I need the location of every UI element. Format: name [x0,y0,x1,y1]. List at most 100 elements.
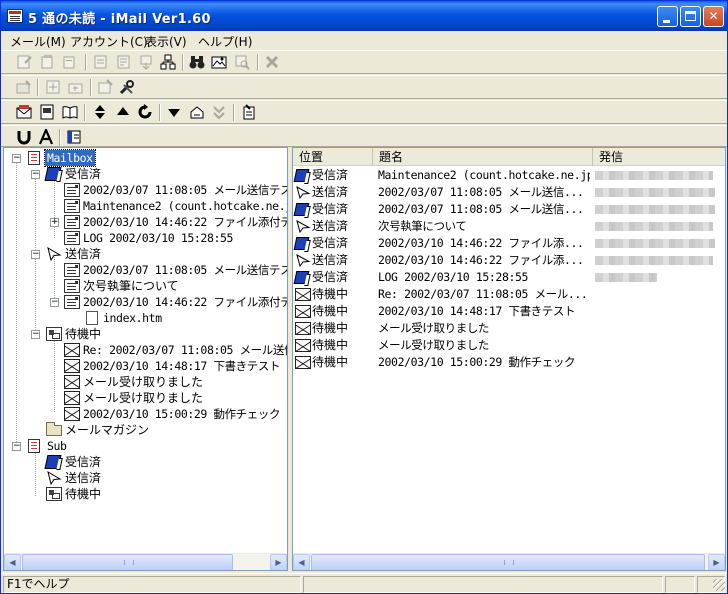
magnet-icon[interactable] [16,129,32,145]
menu-account[interactable]: アカウント(C) [70,33,148,50]
expand-folder-icon[interactable] [189,104,205,120]
new-folder-icon[interactable] [16,79,32,95]
tree-guide [16,160,17,446]
redacted-sender [595,188,715,197]
find-next-icon[interactable] [234,54,250,70]
maximize-button[interactable] [680,6,701,27]
resize-grip[interactable] [713,579,725,591]
address-book-icon[interactable] [39,104,55,120]
tree-collapse-toggle[interactable]: − [50,298,59,307]
tree-collapse-toggle[interactable]: − [31,330,40,339]
list-row[interactable]: 受信済 Maintenance2 (count.hotcake.ne.jp) [293,167,725,184]
tree-item-label: メール受け取りました [83,391,204,405]
tree-collapse-toggle[interactable]: − [31,250,40,259]
cell-subject: Maintenance2 (count.hotcake.ne.jp) [378,168,590,182]
move-up-icon[interactable] [115,104,131,120]
scroll-right-button[interactable]: ▶ [708,554,725,570]
open-book-icon[interactable] [62,104,78,120]
tree-expand-toggle[interactable]: + [50,218,59,227]
cell-subject: メール受け取りました [378,321,489,335]
scroll-thumb[interactable] [311,554,705,570]
network-icon[interactable] [160,54,176,70]
scroll-thumb[interactable] [22,554,233,570]
reply-icon[interactable] [39,54,55,70]
status-panel-2 [303,576,663,593]
toolbar-row-3 [1,100,727,124]
message-list[interactable]: 位置 題名 発信 受信済 Maintenance2 (count.hotcake.… [292,147,726,571]
tree-collapse-toggle[interactable]: − [31,170,40,179]
list-row[interactable]: 受信済 2002/03/10 14:46:22 ファイル添... [293,235,725,252]
tree-collapse-toggle[interactable]: − [12,154,21,163]
minimize-button[interactable] [657,6,678,27]
refresh-icon[interactable] [137,104,153,120]
app-icon[interactable] [7,9,23,23]
tree-guide [54,176,55,238]
folder-properties-icon[interactable] [97,79,113,95]
list-horizontal-scrollbar[interactable]: ◀ ▶ [293,553,725,570]
column-header-location[interactable]: 位置 [293,148,373,166]
column-header-from[interactable]: 発信 [593,148,725,166]
toolbar-row-4 [1,125,727,147]
image-search-icon[interactable] [211,54,227,70]
font-icon[interactable] [38,129,54,145]
scroll-right-button[interactable]: ▶ [270,554,287,570]
cell-subject: 2002/03/10 15:00:29 動作チェック [378,355,576,369]
list-row[interactable]: 送信済 次号執筆について [293,218,725,235]
tree-item-label: 送信済 [65,471,102,485]
tools-icon[interactable] [119,79,135,95]
toolbar-separator [159,104,161,121]
move-down-icon[interactable] [166,104,182,120]
scroll-left-button[interactable]: ◀ [4,554,21,570]
envelope-icon [64,375,80,390]
list-row[interactable]: 送信済 2002/03/07 11:08:05 メール送信... [293,184,725,201]
collapse-all-icon[interactable] [211,104,227,120]
document-pin-icon[interactable] [241,104,257,120]
list-row[interactable]: 待機中 2002/03/10 15:00:29 動作チェック [293,354,725,371]
send-receive-icon[interactable] [16,104,32,120]
status-help-text: F1でヘルプ [3,576,301,593]
close-button[interactable]: ✕ [703,6,724,27]
add-folder-icon[interactable] [45,79,61,95]
cell-location: 送信済 [312,219,349,233]
list-row[interactable]: 待機中 メール受け取りました [293,337,725,354]
list-row[interactable]: 受信済 2002/03/07 11:08:05 メール送信... [293,201,725,218]
minimize-icon [663,20,670,23]
up-down-icon[interactable] [92,104,108,120]
new-mail-icon[interactable] [16,54,32,70]
tree-item-label: Sub [47,439,67,453]
binoculars-icon[interactable] [189,54,205,70]
folder-tree[interactable]: − Mailbox − 受信済 2002/03/07 11:08:05 メール送… [3,147,288,571]
cell-location: 受信済 [312,236,349,250]
title-bar[interactable]: 5 通の未読 - iMail Ver1.60 ✕ [1,1,727,31]
reply-all-icon[interactable] [61,54,77,70]
column-header-subject[interactable]: 題名 [373,148,593,166]
print-preview-icon[interactable] [116,54,132,70]
add-subfolder-icon[interactable] [68,79,84,95]
list-row[interactable]: 待機中 メール受け取りました [293,320,725,337]
forward-icon[interactable] [93,54,109,70]
tree-item-label: Mailbox [44,149,96,167]
cell-location: 受信済 [312,168,349,182]
cell-location: 送信済 [312,253,349,267]
message-icon [64,279,80,293]
delete-icon[interactable] [264,54,280,70]
tree-item-label: index.htm [103,311,162,325]
menu-view[interactable]: 表示(V) [145,33,187,50]
cell-subject: 2002/03/07 11:08:05 メール送信... [378,202,584,216]
download-icon[interactable] [138,54,154,70]
inbox-book-icon [293,271,310,284]
message-icon [64,215,80,229]
cell-subject: 次号執筆について [378,219,467,233]
list-row[interactable]: 待機中 Re: 2002/03/07 11:08:05 メール... [293,286,725,303]
list-row[interactable]: 受信済 LOG 2002/03/10 15:28:55 [293,269,725,286]
tree-horizontal-scrollbar[interactable]: ◀ ▶ [4,553,287,570]
envelope-icon [64,359,80,374]
layout-icon[interactable] [66,129,82,145]
menu-help[interactable]: ヘルプ(H) [198,33,252,50]
list-row[interactable]: 送信済 2002/03/10 14:46:22 ファイル添... [293,252,725,269]
cell-subject: 2002/03/10 14:48:17 下書きテスト [378,304,576,318]
tree-collapse-toggle[interactable]: − [12,442,21,451]
list-row[interactable]: 待機中 2002/03/10 14:48:17 下書きテスト [293,303,725,320]
menu-mail[interactable]: メール(M) [10,33,66,50]
scroll-left-button[interactable]: ◀ [293,554,310,570]
